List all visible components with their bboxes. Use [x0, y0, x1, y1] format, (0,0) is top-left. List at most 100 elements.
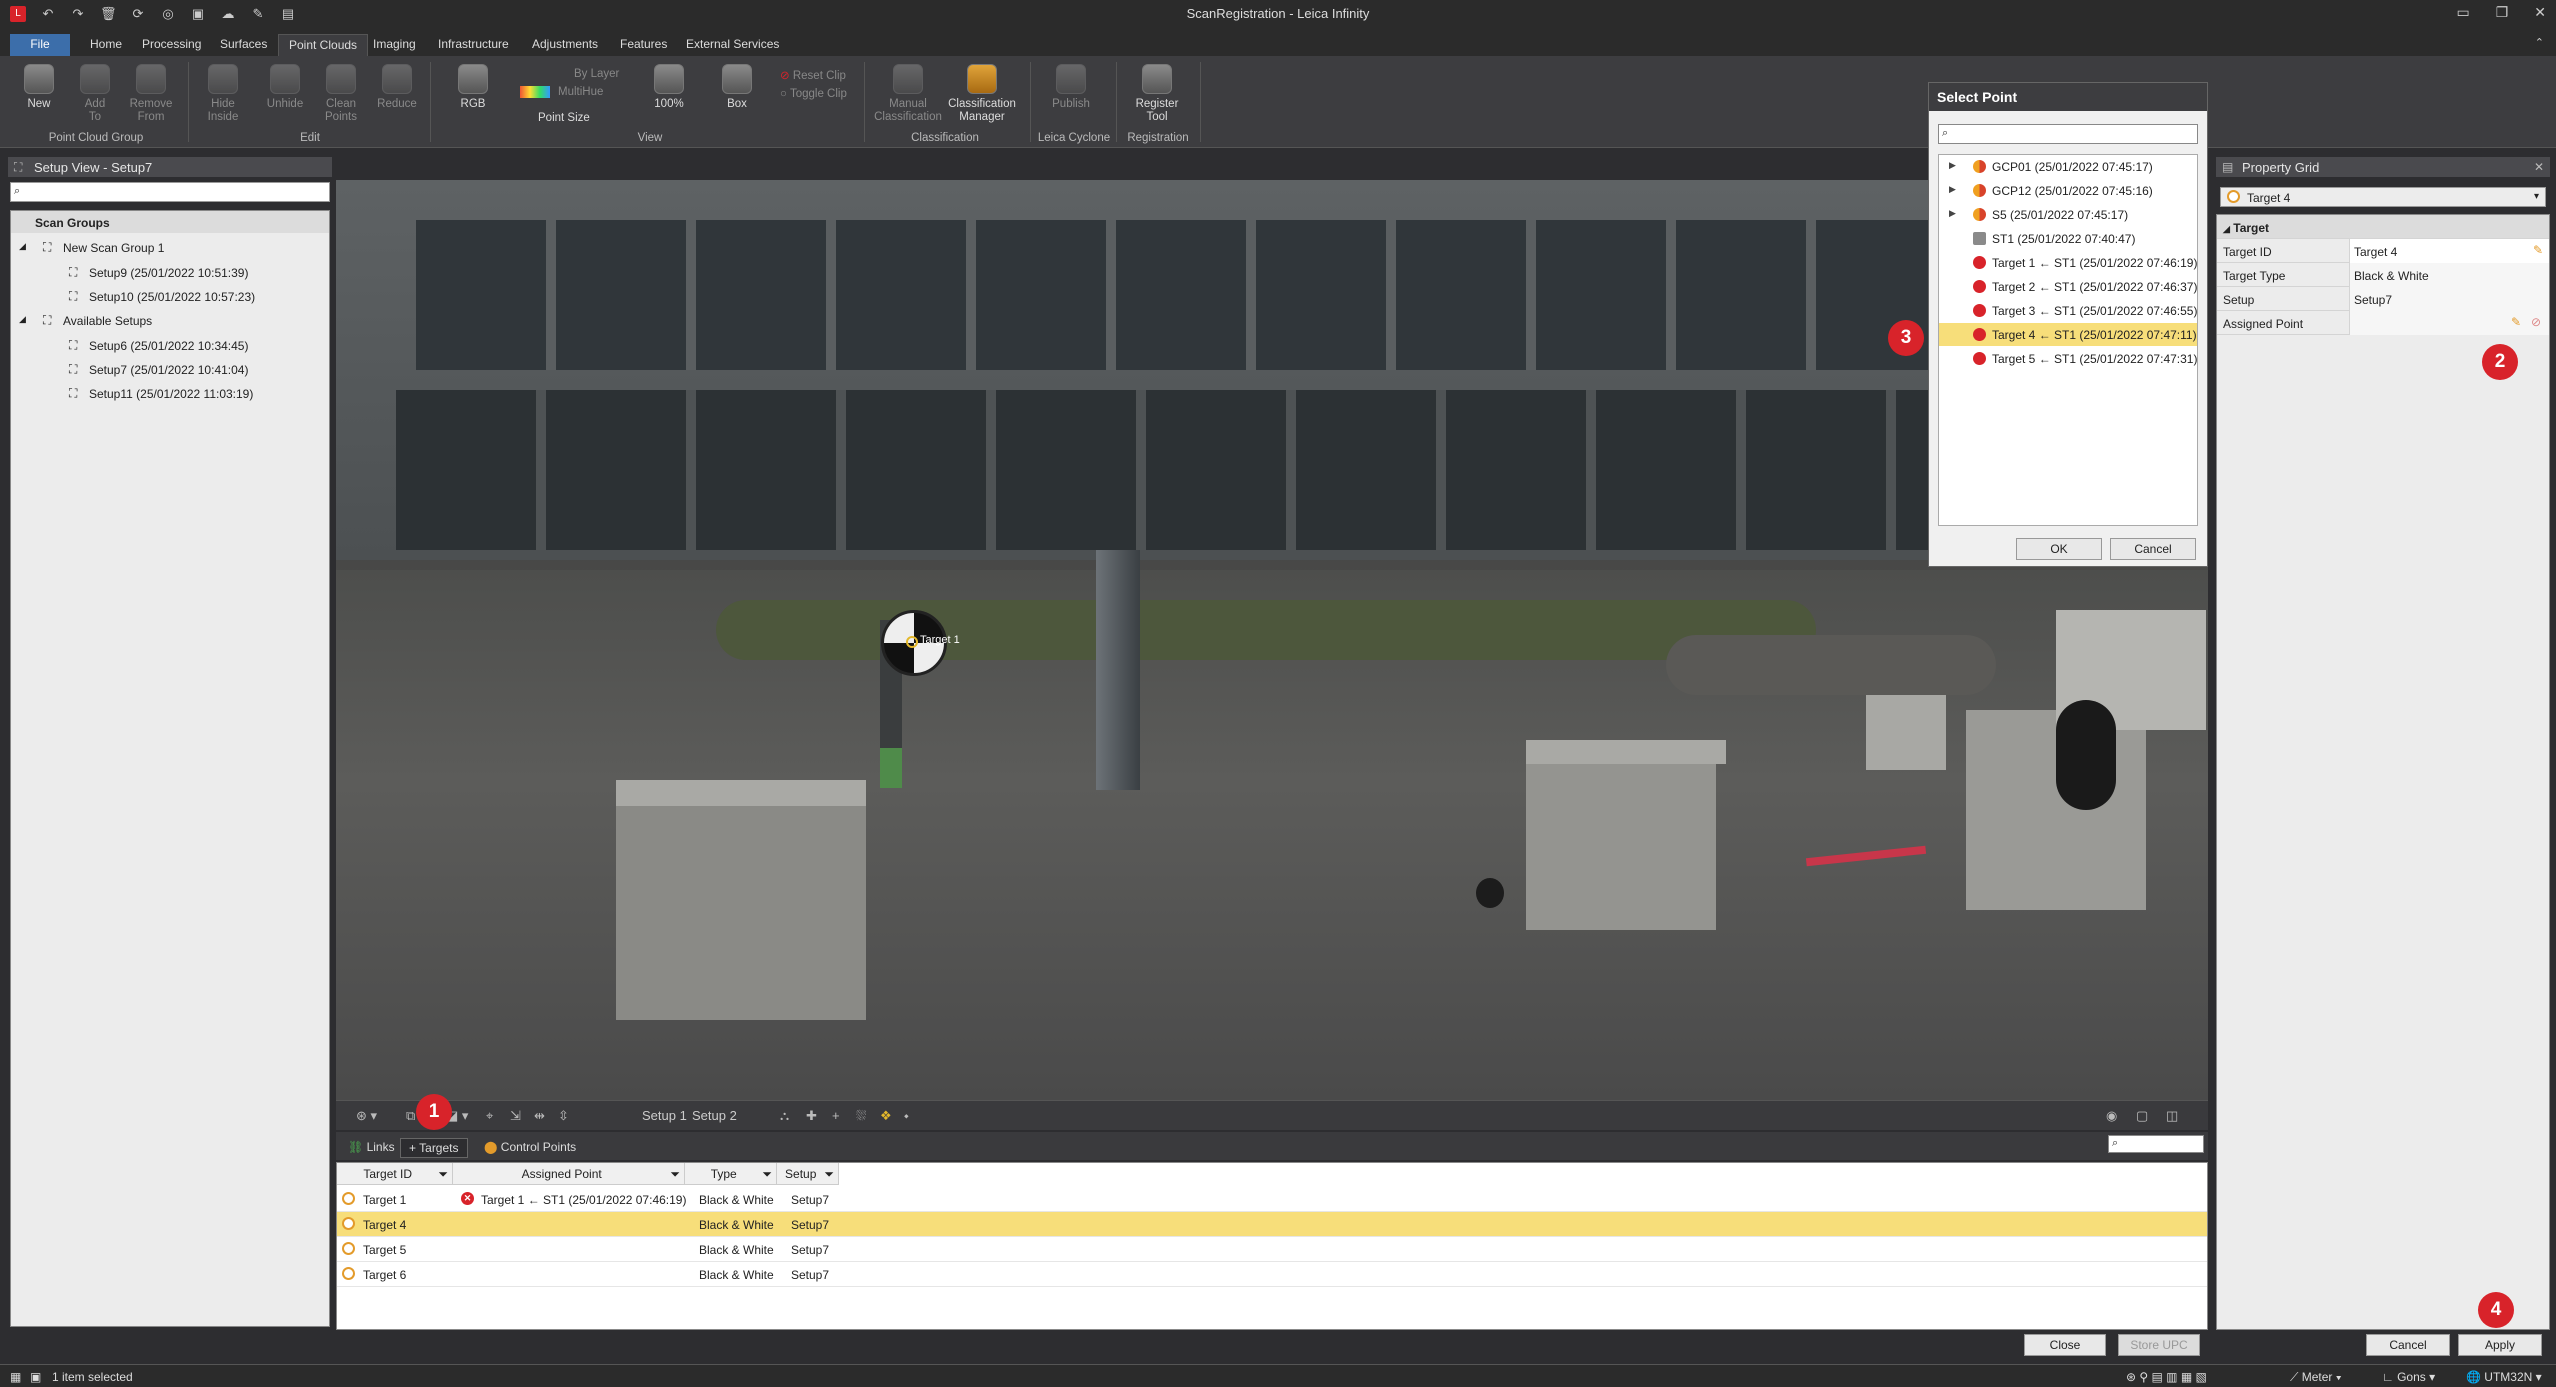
tab-file[interactable]: File — [10, 34, 70, 56]
by-layer-option[interactable]: By Layer — [574, 68, 619, 80]
tree-item-setup9[interactable]: Setup9 (25/01/2022 10:51:39) — [89, 266, 248, 280]
tree-item-setup7[interactable]: Setup7 (25/01/2022 10:41:04) — [89, 363, 248, 377]
camera-icon[interactable]: ◉ — [2106, 1108, 2117, 1124]
restore-icon[interactable]: ❐ — [2496, 4, 2509, 21]
chevron-down-icon[interactable]: ▾ — [2534, 191, 2539, 202]
toggle-clip-button[interactable]: ○ Toggle Clip — [780, 88, 847, 100]
expand-arrow-icon[interactable]: ▶ — [1949, 160, 1956, 171]
list-item[interactable]: Target 2 ← ST1 (25/01/2022 07:46:37) — [1939, 275, 2197, 298]
filter-icon[interactable]: ⏷ — [438, 1163, 448, 1185]
assigned-point-field[interactable]: ✎ ⊘ — [2349, 311, 2549, 335]
tool-icon[interactable]: ⬩ — [904, 1108, 909, 1124]
status-tool-icons[interactable]: ⊛ ⚲ ▤ ▥ ▦ ▧ — [2126, 1370, 2207, 1384]
dialog-search-input[interactable]: ⌕ — [1938, 124, 2198, 144]
table-row[interactable]: Target 4 Black & White Setup7 — [337, 1212, 2207, 1237]
tab-control-points[interactable]: ⬤ Control Points — [476, 1138, 584, 1156]
tree-item-setup11[interactable]: Setup11 (25/01/2022 11:03:19) — [89, 387, 253, 401]
list-item[interactable]: Target 5 ← ST1 (25/01/2022 07:47:31) — [1939, 347, 2197, 370]
snapshot-icon[interactable]: ⧉ — [406, 1108, 415, 1124]
table-row[interactable]: Target 1 ✕ Target 1 ← ST1 (25/01/2022 07… — [337, 1187, 2207, 1212]
elevation-icon[interactable]: ⇳ — [558, 1108, 569, 1124]
point-size-option[interactable]: Point Size — [538, 112, 590, 124]
list-item[interactable]: Target 4 ← ST1 (25/01/2022 07:47:11) — [1939, 323, 2197, 346]
section-header[interactable]: ◢ Target — [2217, 215, 2549, 239]
crosshair-icon[interactable]: + — [832, 1108, 840, 1123]
targets-search-input[interactable]: ⌕ — [2108, 1135, 2204, 1153]
filter-icon[interactable]: ⏷ — [670, 1163, 680, 1185]
close-button[interactable]: Close — [2024, 1334, 2106, 1356]
tree-item-setup10[interactable]: Setup10 (25/01/2022 10:57:23) — [89, 290, 255, 304]
expand-icon[interactable]: ◢ — [19, 314, 26, 325]
add-to-button[interactable]: Add To — [68, 64, 122, 124]
apply-button[interactable]: Apply — [2458, 1334, 2542, 1356]
target-marker-icon[interactable] — [906, 636, 918, 648]
list-item[interactable]: ▶ GCP12 (25/01/2022 07:45:16) — [1939, 179, 2197, 202]
filter-icon[interactable]: ⏷ — [824, 1163, 834, 1185]
tree-item-available-setups[interactable]: Available Setups — [63, 314, 152, 328]
new-button[interactable]: New — [12, 64, 66, 111]
setup1-button[interactable]: Setup 1 — [642, 1108, 687, 1123]
reduce-button[interactable]: Reduce — [370, 64, 424, 111]
dialog-cancel-button[interactable]: Cancel — [2110, 538, 2196, 560]
tab-adjustments[interactable]: Adjustments — [522, 34, 608, 56]
remove-from-button[interactable]: Remove From — [124, 64, 178, 124]
maximize-view-icon[interactable]: ▢ — [2136, 1108, 2148, 1124]
table-row[interactable]: Target 6 Black & White Setup7 — [337, 1262, 2207, 1287]
list-item[interactable]: ▶ S5 (25/01/2022 07:45:17) — [1939, 203, 2197, 226]
percent-button[interactable]: 100% — [642, 64, 696, 111]
manual-classification-button[interactable]: Manual Classification — [870, 64, 946, 124]
multihue-option[interactable]: MultiHue — [558, 86, 603, 98]
expand-arrow-icon[interactable]: ▶ — [1949, 208, 1956, 219]
measure-icon[interactable]: ⇲ — [510, 1108, 521, 1124]
tree-item-setup6[interactable]: Setup6 (25/01/2022 10:34:45) — [89, 339, 248, 353]
list-item[interactable]: Target 3 ← ST1 (25/01/2022 07:46:55) — [1939, 299, 2197, 322]
rgb-button[interactable]: RGB — [446, 64, 500, 111]
col-target-id[interactable]: Target ID ⏷ — [337, 1163, 453, 1185]
unit-selector[interactable]: ⟋ Meter ▾ — [2290, 1370, 2342, 1385]
tab-home[interactable]: Home — [80, 34, 132, 56]
cloud-point-icon[interactable]: ⛆ — [856, 1108, 866, 1124]
cancel-button[interactable]: Cancel — [2366, 1334, 2450, 1356]
split-view-icon[interactable]: ◫ — [2166, 1108, 2178, 1124]
minimize-icon[interactable]: ▭ — [2456, 4, 2469, 21]
grid-icon[interactable]: ▦ — [10, 1370, 21, 1384]
close-panel-icon[interactable]: ✕ — [2534, 160, 2544, 174]
left-search-input[interactable]: ⌕ — [10, 182, 330, 202]
tab-targets[interactable]: + Targets — [400, 1138, 468, 1158]
add-target-icon[interactable]: ✚ — [806, 1108, 817, 1124]
expand-arrow-icon[interactable]: ▶ — [1949, 184, 1956, 195]
expand-icon[interactable]: ◢ — [19, 241, 26, 252]
table-row[interactable]: Target 5 Black & White Setup7 — [337, 1237, 2207, 1262]
angle-selector[interactable]: ∟ Gons ▾ — [2382, 1370, 2435, 1384]
close-icon[interactable]: ✕ — [2534, 4, 2546, 21]
box-button[interactable]: Box — [710, 64, 764, 111]
list-item[interactable]: ST1 (25/01/2022 07:40:47) — [1939, 227, 2197, 250]
pick-point-icon[interactable]: ⛬ — [780, 1108, 789, 1124]
crs-selector[interactable]: 🌐 UTM32N ▾ — [2466, 1370, 2542, 1384]
list-item[interactable]: ▶ GCP01 (25/01/2022 07:45:17) — [1939, 155, 2197, 178]
object-selector[interactable]: Target 4 ▾ — [2220, 187, 2546, 207]
col-type[interactable]: Type ⏷ — [685, 1163, 777, 1185]
tab-processing[interactable]: Processing — [132, 34, 211, 56]
colored-points-icon[interactable]: ❖ — [880, 1108, 892, 1124]
col-assigned-point[interactable]: Assigned Point ⏷ — [453, 1163, 685, 1185]
list-item[interactable]: Target 1 ← ST1 (25/01/2022 07:46:19) — [1939, 251, 2197, 274]
clean-points-button[interactable]: Clean Points — [314, 64, 368, 124]
edit-icon[interactable]: ✎ — [2533, 243, 2543, 257]
hide-inside-button[interactable]: Hide Inside — [196, 64, 250, 124]
edit-icon[interactable]: ✎ — [2511, 315, 2521, 329]
tab-imaging[interactable]: Imaging — [363, 34, 426, 56]
tab-surfaces[interactable]: Surfaces — [210, 34, 277, 56]
filter-icon[interactable]: ⏷ — [762, 1163, 772, 1185]
view-mode-icon[interactable]: ⊛ ▾ — [356, 1108, 377, 1124]
tab-external-services[interactable]: External Services — [676, 34, 789, 56]
register-tool-button[interactable]: Register Tool — [1130, 64, 1184, 124]
collapse-ribbon-icon[interactable]: ⌃ — [2535, 36, 2544, 49]
store-upc-button[interactable]: Store UPC — [2118, 1334, 2200, 1356]
setup2-button[interactable]: Setup 2 — [692, 1108, 737, 1123]
reset-clip-button[interactable]: ⊘ Reset Clip — [780, 68, 846, 82]
unhide-button[interactable]: Unhide — [258, 64, 312, 111]
select-tool-icon[interactable]: ⌖ — [486, 1108, 493, 1124]
tab-features[interactable]: Features — [610, 34, 677, 56]
tree-item-new-scan-group[interactable]: New Scan Group 1 — [63, 241, 164, 255]
